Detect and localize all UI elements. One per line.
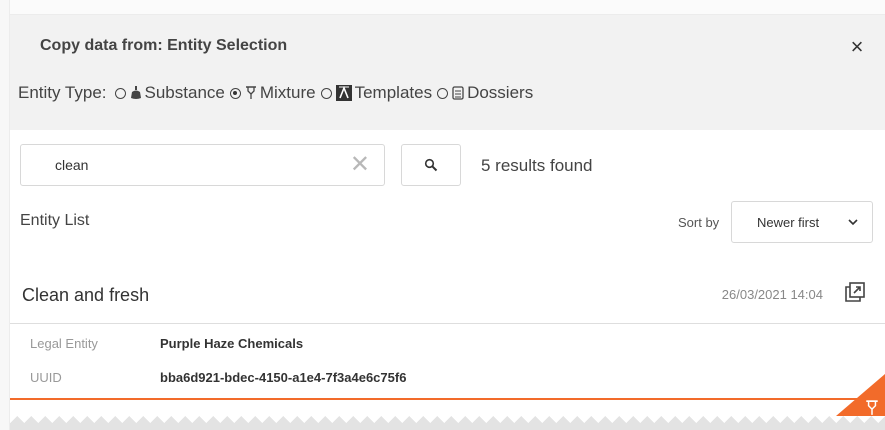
sort-value: Newer first [757, 215, 820, 230]
search-input-value: clean [55, 157, 89, 173]
clear-search-icon[interactable]: ✕ [350, 151, 370, 179]
dialog-title: Copy data from: Entity Selection [40, 37, 288, 54]
radio-dossiers[interactable] [437, 87, 449, 99]
detail-row-uuid: UUID bba6d921-bdec-4150-a1e4-7f3a4e6c75f6 [30, 370, 406, 385]
entity-type-option-dossiers[interactable]: Dossiers [437, 83, 533, 103]
template-icon [335, 85, 352, 101]
open-external-icon[interactable] [845, 282, 865, 302]
result-title[interactable]: Clean and fresh [22, 285, 149, 306]
detail-key: Legal Entity [30, 336, 98, 351]
option-label-mixture: Mixture [259, 83, 316, 102]
dialog-header: Copy data from: Entity Selection × Entit… [10, 15, 885, 130]
radio-mixture[interactable] [229, 87, 241, 99]
zigzag-divider [10, 416, 885, 430]
detail-key: UUID [30, 370, 62, 385]
results-count: 5 results found [481, 156, 593, 175]
sort-label: Sort by [678, 215, 720, 230]
sort-dropdown[interactable]: Newer first [731, 201, 873, 243]
close-button[interactable]: × [845, 35, 869, 59]
top-strip [10, 0, 885, 15]
entity-list-label: Entity List [20, 212, 90, 229]
mixture-icon [866, 400, 878, 415]
option-label-substance: Substance [144, 83, 225, 102]
chevron-down-icon [848, 219, 858, 226]
search-button[interactable] [401, 144, 461, 186]
result-details: Legal Entity Purple Haze Chemicals UUID bb… [10, 324, 885, 400]
left-edge [0, 0, 10, 430]
entity-type-option-templates[interactable]: Templates [320, 83, 433, 103]
entity-type-option-substance[interactable]: Substance [114, 83, 225, 103]
option-label-templates: Templates [354, 83, 433, 102]
entity-type-label: Entity Type: [18, 83, 107, 102]
result-card-header[interactable]: Clean and fresh 26/03/2021 14:04 [10, 265, 885, 324]
detail-row-legal-entity: Legal Entity Purple Haze Chemicals [30, 336, 303, 351]
dossier-icon [452, 86, 464, 100]
search-input[interactable]: clean ✕ [20, 144, 385, 186]
result-date: 26/03/2021 14:04 [721, 287, 823, 302]
detail-value: bba6d921-bdec-4150-a1e4-7f3a4e6c75f6 [160, 370, 407, 385]
mixture-icon [245, 86, 256, 99]
entity-type-row: Entity Type: Substance Mixture Templates… [18, 83, 538, 103]
radio-substance[interactable] [114, 87, 126, 99]
radio-templates[interactable] [320, 87, 332, 99]
entity-type-option-mixture[interactable]: Mixture [229, 83, 316, 103]
search-icon [424, 158, 438, 172]
option-label-dossiers: Dossiers [467, 83, 534, 102]
flask-icon [130, 86, 141, 99]
detail-value: Purple Haze Chemicals [160, 336, 304, 351]
